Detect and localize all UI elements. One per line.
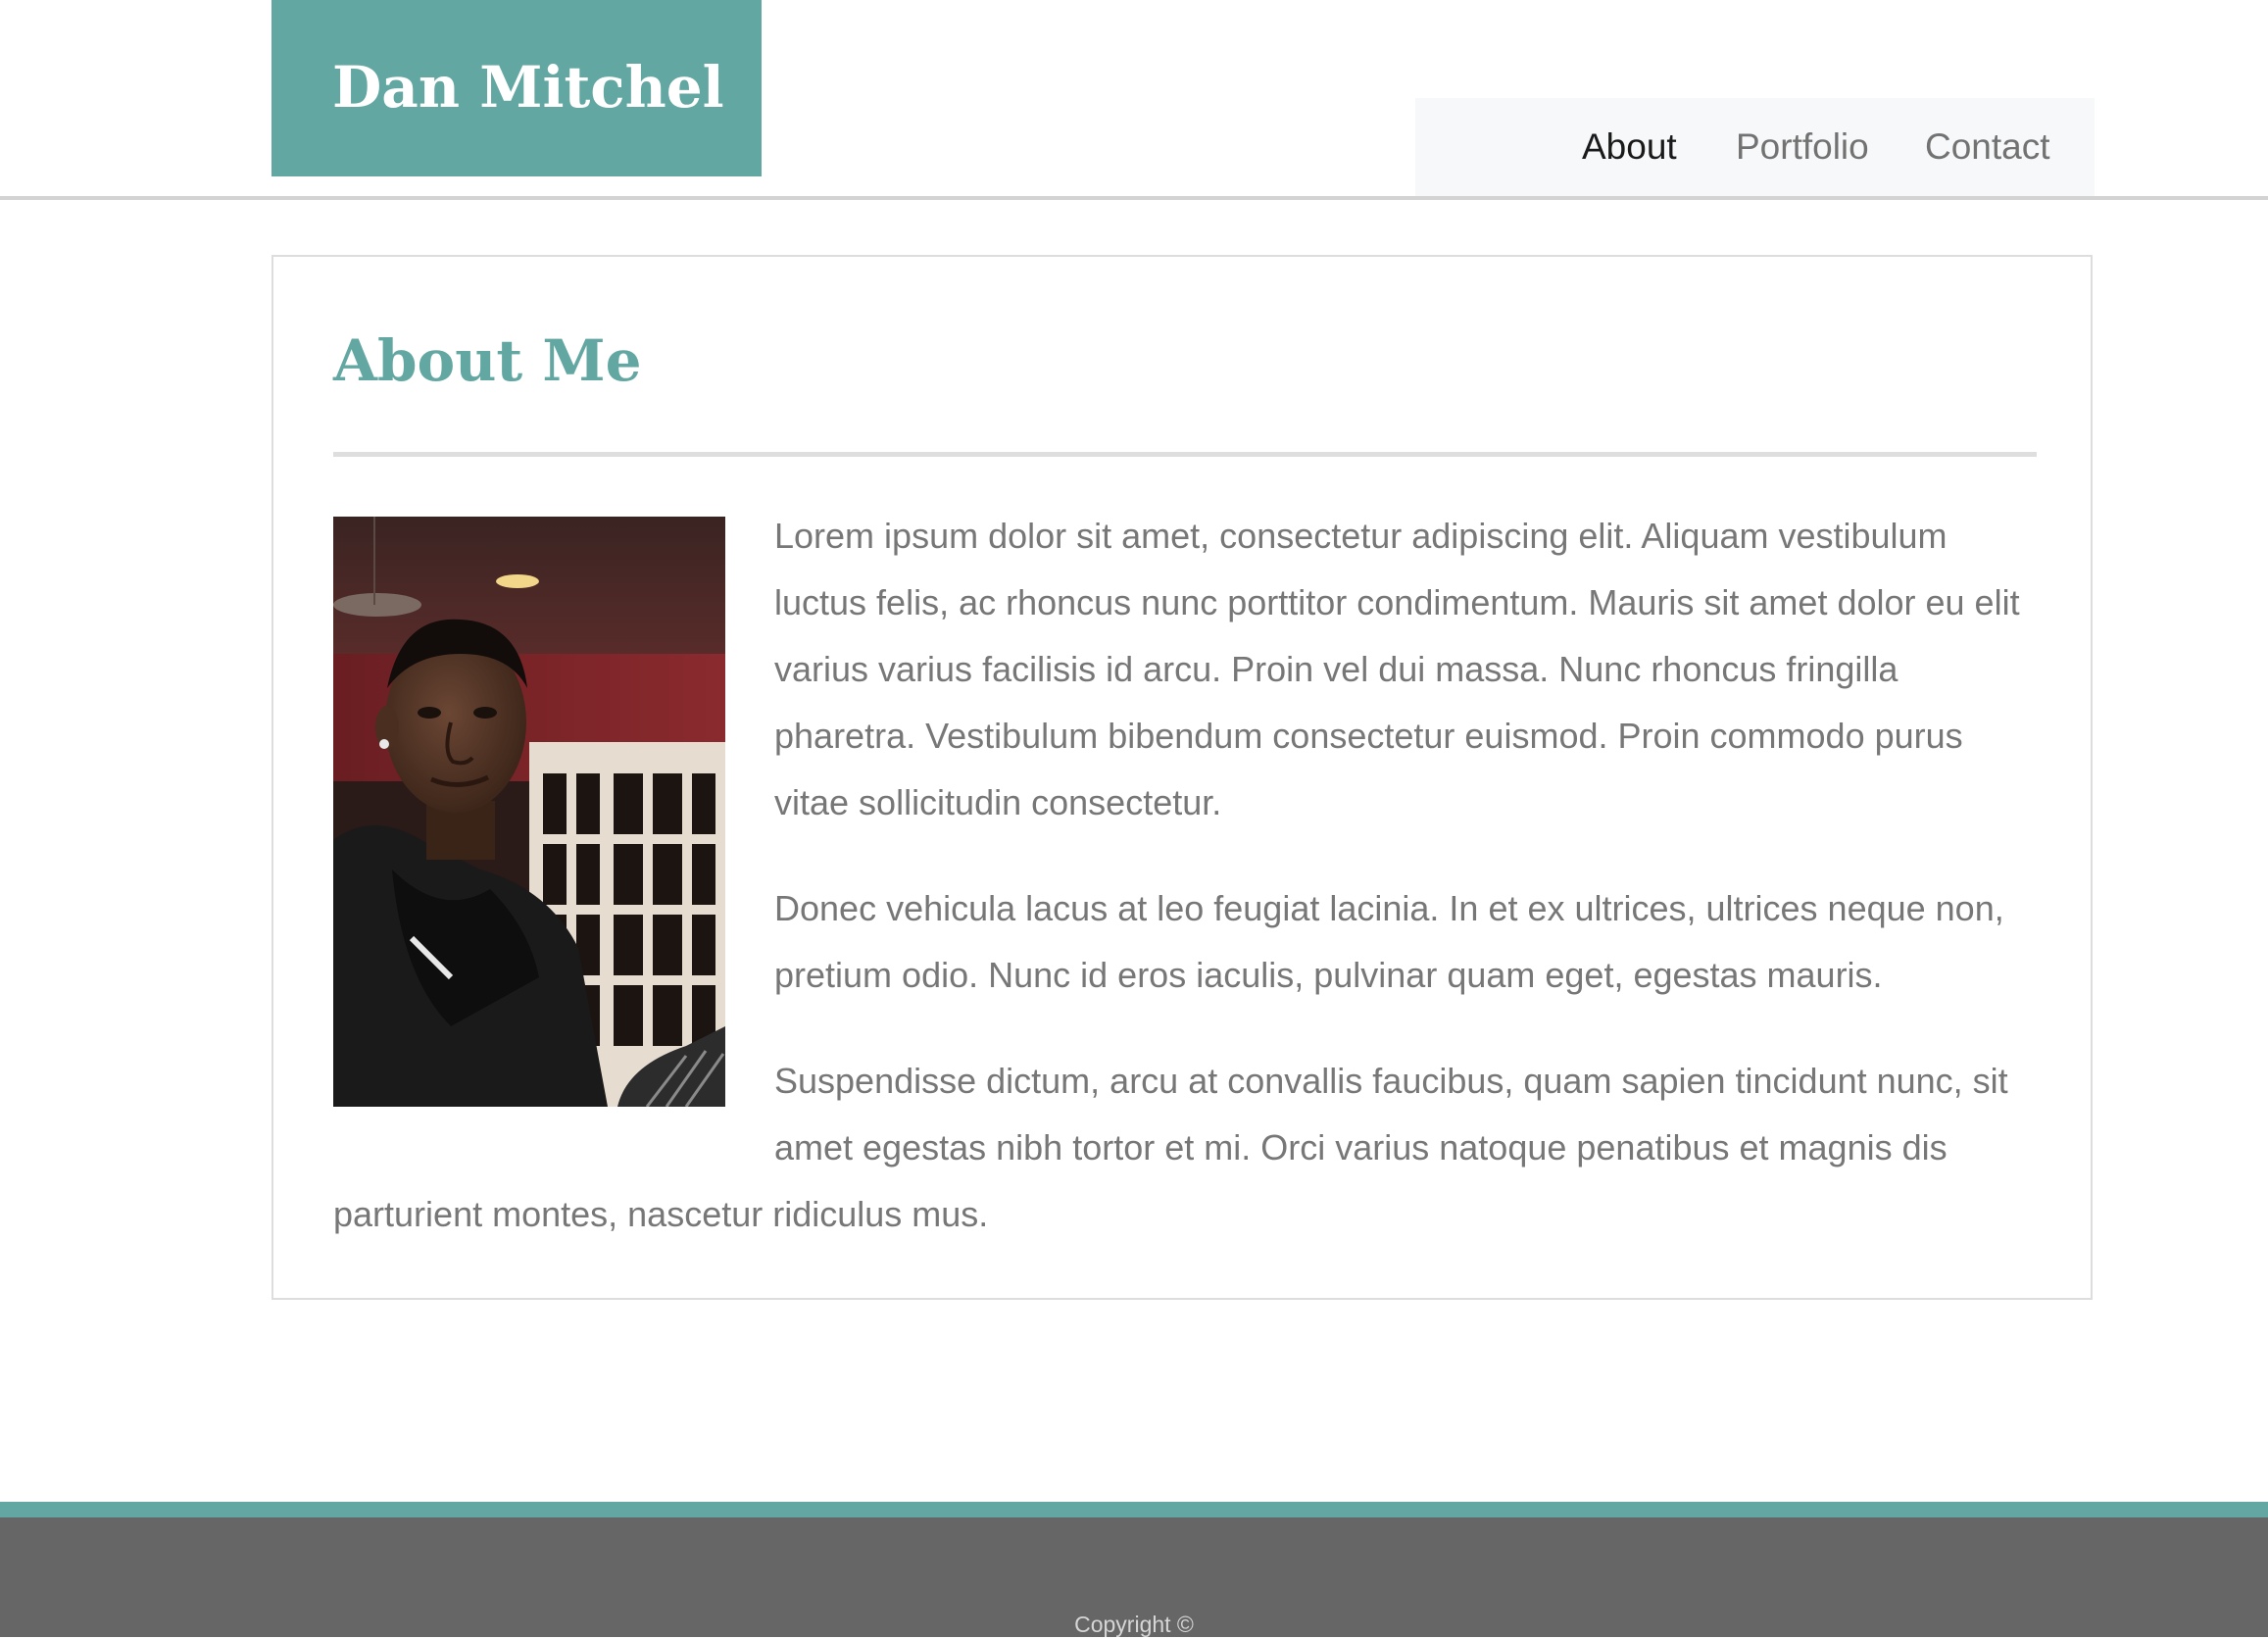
nav-item-about[interactable]: About — [1582, 125, 1677, 169]
site-footer: Copyright © — [0, 1502, 2268, 1637]
nav-item-contact[interactable]: Contact — [1925, 125, 2050, 169]
nav-item-portfolio[interactable]: Portfolio — [1736, 125, 1869, 169]
main-nav: About Portfolio Contact — [1415, 98, 2095, 196]
about-content: Lorem ipsum dolor sit amet, consectetur … — [333, 516, 2037, 1287]
profile-photo — [333, 517, 725, 1107]
about-card: About Me Lorem ipsum dolor sit amet, con… — [271, 255, 2093, 1300]
site-title[interactable]: Dan Mitchel — [332, 49, 724, 125]
site-header: Dan Mitchel About Portfolio Contact — [0, 0, 2268, 200]
page-title: About Me — [333, 327, 642, 394]
copyright-text: Copyright © — [1074, 1612, 1194, 1637]
title-divider — [333, 452, 2037, 457]
logo-box[interactable]: Dan Mitchel — [271, 0, 762, 176]
